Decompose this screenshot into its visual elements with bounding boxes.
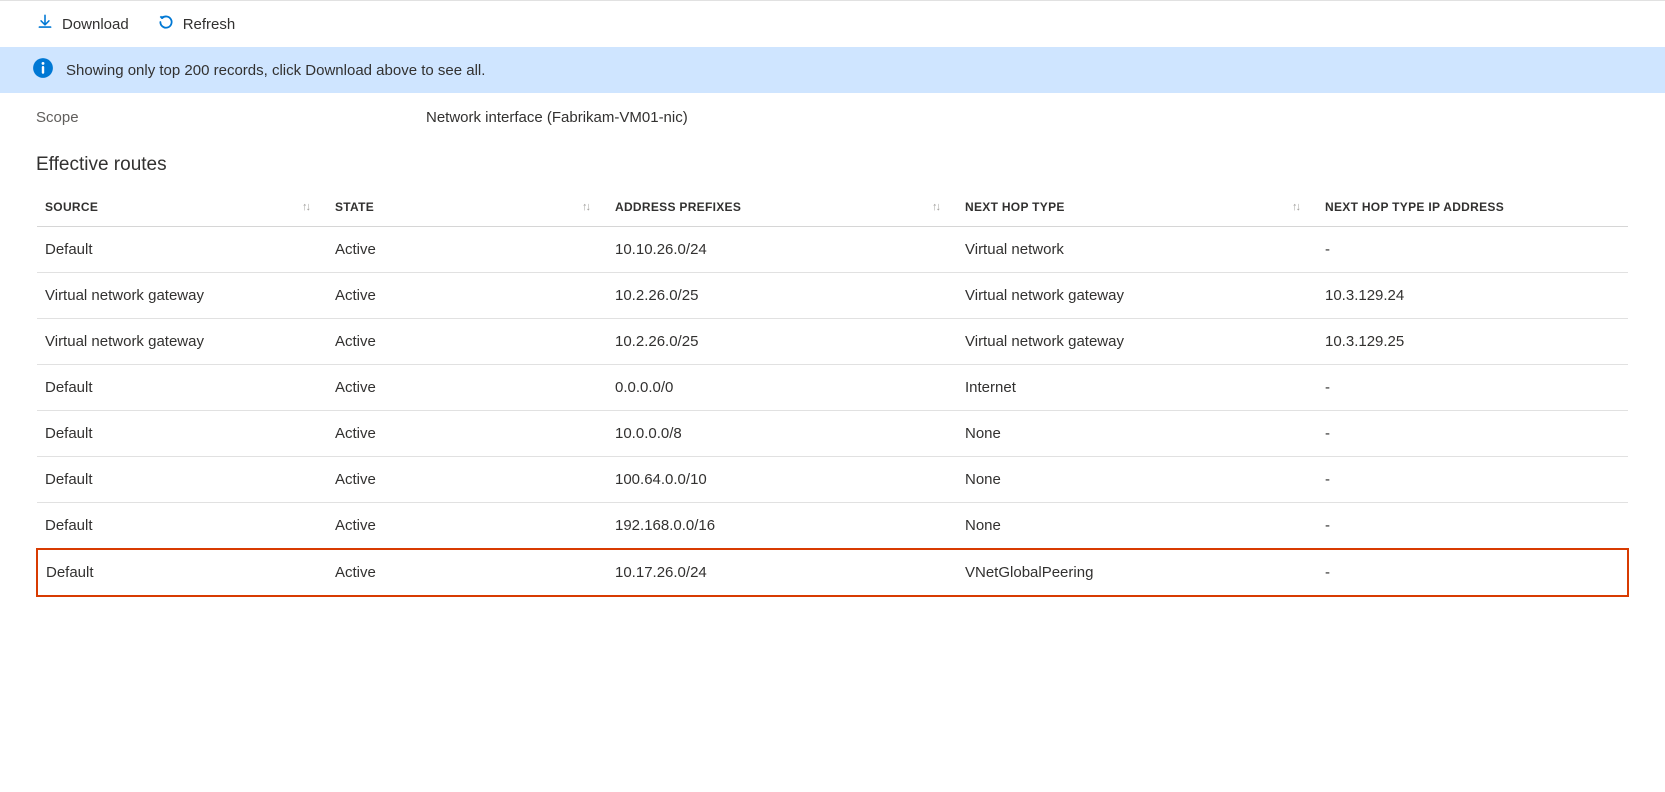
cell-address-prefixes: 10.17.26.0/24 (607, 549, 957, 596)
scope-value: Network interface (Fabrikam-VM01-nic) (426, 109, 688, 126)
cell-next-hop-ip: - (1317, 457, 1628, 503)
cell-source: Default (37, 503, 327, 550)
download-label: Download (62, 16, 129, 33)
column-header-next-hop-ip[interactable]: Next Hop Type IP Address (1317, 188, 1628, 227)
column-header-source[interactable]: Source ↑↓ (37, 188, 327, 227)
cell-next-hop-ip: - (1317, 227, 1628, 273)
cell-address-prefixes: 0.0.0.0/0 (607, 365, 957, 411)
cell-state: Active (327, 503, 607, 550)
cell-next-hop-ip: - (1317, 411, 1628, 457)
table-row: DefaultActive10.0.0.0/8None- (37, 411, 1628, 457)
toolbar: Download Refresh (0, 1, 1665, 47)
cell-next-hop-type: Virtual network (957, 227, 1317, 273)
cell-source: Default (37, 411, 327, 457)
table-row: DefaultActive10.17.26.0/24VNetGlobalPeer… (37, 549, 1628, 596)
cell-source: Default (37, 365, 327, 411)
cell-state: Active (327, 457, 607, 503)
cell-next-hop-ip: - (1317, 549, 1628, 596)
cell-address-prefixes: 100.64.0.0/10 (607, 457, 957, 503)
cell-next-hop-type: None (957, 457, 1317, 503)
refresh-button[interactable]: Refresh (157, 9, 236, 39)
cell-address-prefixes: 10.0.0.0/8 (607, 411, 957, 457)
cell-source: Virtual network gateway (37, 273, 327, 319)
column-header-state[interactable]: State ↑↓ (327, 188, 607, 227)
cell-address-prefixes: 10.2.26.0/25 (607, 273, 957, 319)
cell-source: Default (37, 227, 327, 273)
cell-state: Active (327, 411, 607, 457)
column-header-next-hop-type[interactable]: Next Hop Type ↑↓ (957, 188, 1317, 227)
cell-state: Active (327, 227, 607, 273)
info-banner: Showing only top 200 records, click Down… (0, 47, 1665, 93)
table-row: DefaultActive192.168.0.0/16None- (37, 503, 1628, 550)
download-button[interactable]: Download (36, 9, 129, 39)
scope-label: Scope (36, 109, 426, 126)
cell-next-hop-ip: - (1317, 503, 1628, 550)
table-row: DefaultActive10.10.26.0/24Virtual networ… (37, 227, 1628, 273)
cell-address-prefixes: 192.168.0.0/16 (607, 503, 957, 550)
cell-address-prefixes: 10.2.26.0/25 (607, 319, 957, 365)
cell-source: Default (37, 457, 327, 503)
cell-state: Active (327, 273, 607, 319)
refresh-label: Refresh (183, 16, 236, 33)
refresh-icon (157, 13, 175, 35)
cell-state: Active (327, 319, 607, 365)
download-icon (36, 13, 54, 35)
table-row: Virtual network gatewayActive10.2.26.0/2… (37, 319, 1628, 365)
cell-next-hop-ip: 10.3.129.24 (1317, 273, 1628, 319)
cell-source: Default (37, 549, 327, 596)
cell-next-hop-type: Virtual network gateway (957, 273, 1317, 319)
info-icon (32, 57, 54, 83)
cell-next-hop-type: None (957, 411, 1317, 457)
cell-source: Virtual network gateway (37, 319, 327, 365)
table-row: DefaultActive0.0.0.0/0Internet- (37, 365, 1628, 411)
column-header-address-prefixes[interactable]: Address Prefixes ↑↓ (607, 188, 957, 227)
cell-next-hop-type: Virtual network gateway (957, 319, 1317, 365)
cell-next-hop-ip: - (1317, 365, 1628, 411)
cell-next-hop-ip: 10.3.129.25 (1317, 319, 1628, 365)
sort-icon: ↑↓ (302, 201, 309, 213)
table-row: DefaultActive100.64.0.0/10None- (37, 457, 1628, 503)
cell-state: Active (327, 549, 607, 596)
routes-table: Source ↑↓ State ↑↓ Address Prefixes ↑↓ N… (36, 188, 1629, 597)
sort-icon: ↑↓ (932, 201, 939, 213)
sort-icon: ↑↓ (1292, 201, 1299, 213)
section-title: Effective routes (0, 134, 1665, 188)
cell-address-prefixes: 10.10.26.0/24 (607, 227, 957, 273)
sort-icon: ↑↓ (582, 201, 589, 213)
cell-next-hop-type: VNetGlobalPeering (957, 549, 1317, 596)
cell-state: Active (327, 365, 607, 411)
table-row: Virtual network gatewayActive10.2.26.0/2… (37, 273, 1628, 319)
info-banner-text: Showing only top 200 records, click Down… (66, 62, 485, 79)
cell-next-hop-type: None (957, 503, 1317, 550)
cell-next-hop-type: Internet (957, 365, 1317, 411)
scope-row: Scope Network interface (Fabrikam-VM01-n… (0, 93, 1665, 134)
